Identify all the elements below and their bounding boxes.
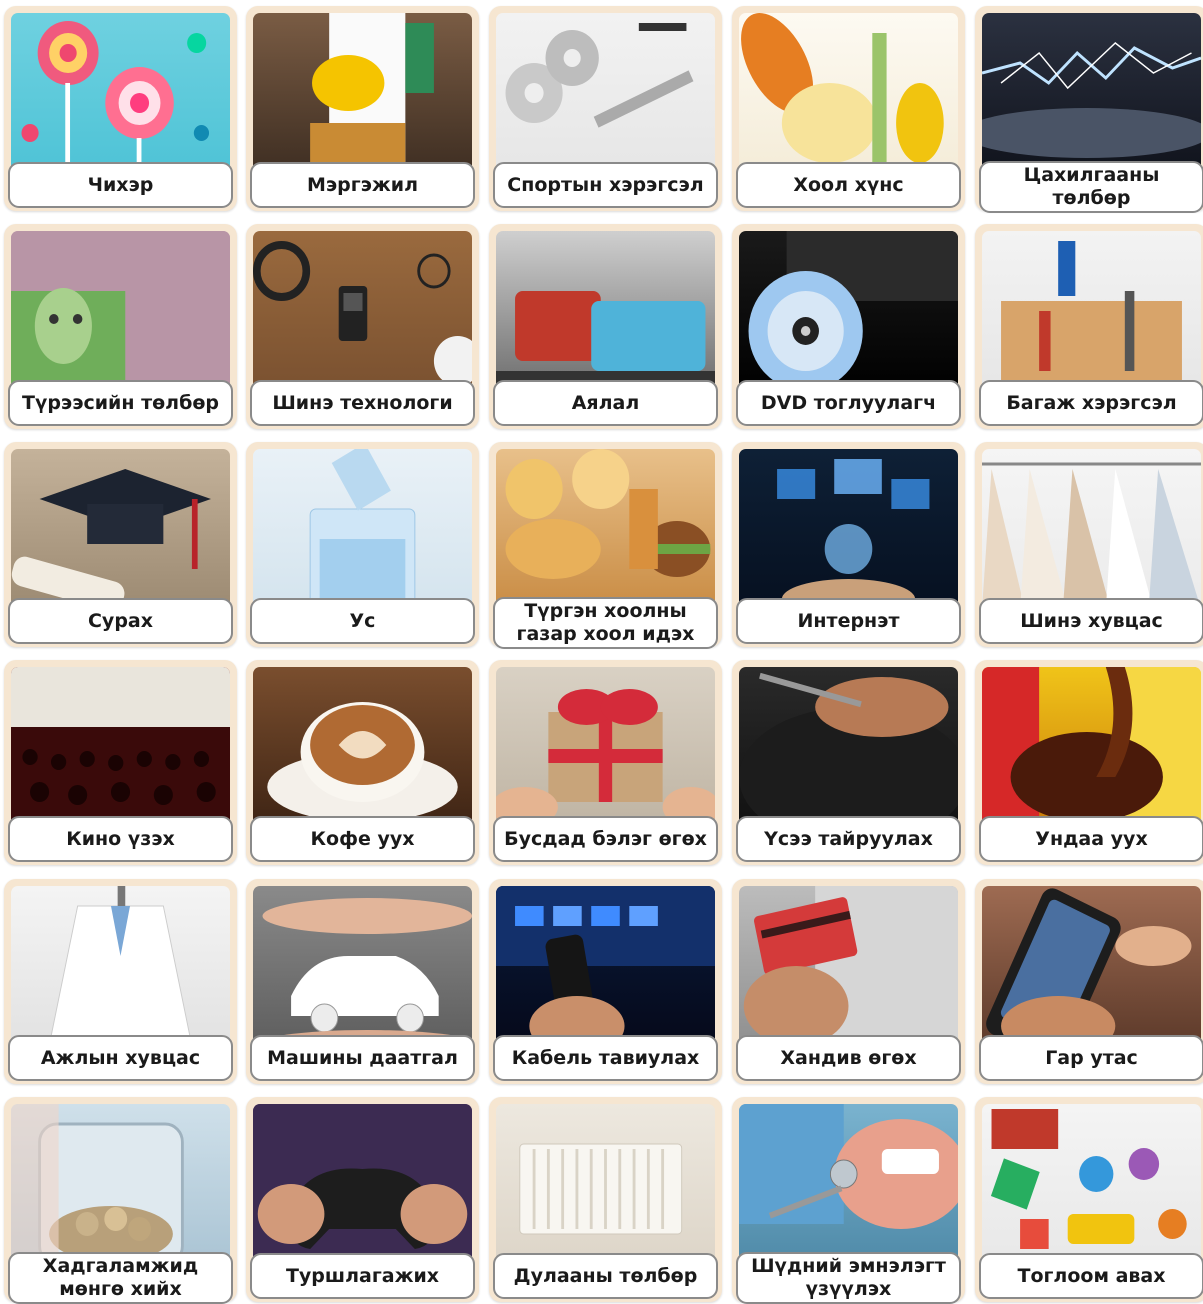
card-label: Хандив өгөх: [736, 1035, 961, 1081]
picture-card[interactable]: Кино үзэх: [4, 660, 237, 865]
dentist-mirror-photo: [739, 1104, 958, 1264]
picture-card[interactable]: Түрээсийн төлбөр: [4, 224, 237, 429]
card-label: Гар утас: [979, 1035, 1203, 1081]
construction-worker-profession-photo: [253, 13, 472, 173]
electric-spark-photo: [982, 13, 1201, 173]
card-label: Интернэт: [736, 598, 961, 644]
picture-card[interactable]: Машины даатгал: [246, 879, 479, 1084]
picture-card[interactable]: Ус: [246, 442, 479, 647]
credit-card-laptop-photo: [739, 886, 958, 1046]
card-label: Хадгаламжид мөнгө хийх: [8, 1252, 233, 1304]
smartphone-hand-photo: [982, 886, 1201, 1046]
game-controller-photo: [253, 1104, 472, 1264]
lollipop-candies-photo: [11, 13, 230, 173]
picture-card[interactable]: Дулааны төлбөр: [489, 1097, 722, 1302]
picture-card[interactable]: Чихэр: [4, 6, 237, 211]
picture-card[interactable]: Хадгаламжид мөнгө хийх: [4, 1097, 237, 1304]
card-label: Багаж хэрэгсэл: [979, 380, 1203, 426]
card-label: Хоол хүнс: [736, 162, 961, 208]
picture-card[interactable]: Хоол хүнс: [732, 6, 965, 211]
picture-card[interactable]: Тоглоом авах: [975, 1097, 1203, 1302]
card-label: Шинэ хувцас: [979, 598, 1203, 644]
suitcases-luggage-photo: [496, 231, 715, 391]
card-label: Шинэ технологи: [250, 380, 475, 426]
card-label: Машины даатгал: [250, 1035, 475, 1081]
picture-card[interactable]: Интернэт: [732, 442, 965, 647]
picture-card[interactable]: Түргэн хоолны газар хоол идэх: [489, 442, 722, 649]
card-label: Ундаа уух: [979, 816, 1203, 862]
picture-card[interactable]: Шинэ технологи: [246, 224, 479, 429]
picture-card[interactable]: Ажлын хувцас: [4, 879, 237, 1084]
clothes-rack-photo: [982, 449, 1201, 609]
picture-card[interactable]: Туршлагажих: [246, 1097, 479, 1302]
card-label: Мэргэжил: [250, 162, 475, 208]
card-label: Үсээ тайруулах: [736, 816, 961, 862]
dvd-player-disc-photo: [739, 231, 958, 391]
card-label: Спортын хэрэгсэл: [493, 162, 718, 208]
picture-card[interactable]: Спортын хэрэгсэл: [489, 6, 722, 211]
card-label: Кофе уух: [250, 816, 475, 862]
fast-food-photo: [496, 449, 715, 609]
card-label: Тоглоом авах: [979, 1253, 1203, 1299]
picture-card[interactable]: Мэргэжил: [246, 6, 479, 211]
picture-card[interactable]: Үсээ тайруулах: [732, 660, 965, 865]
white-lab-coat-photo: [11, 886, 230, 1046]
vegetables-photo: [739, 13, 958, 173]
picture-card[interactable]: Бусдад бэлэг өгөх: [489, 660, 722, 865]
car-insurance-hands-photo: [253, 886, 472, 1046]
cinema-audience-photo: [11, 667, 230, 827]
picture-card[interactable]: Аялал: [489, 224, 722, 429]
headphones-music-player-photo: [253, 231, 472, 391]
water-glass-pour-photo: [253, 449, 472, 609]
card-label: Түрээсийн төлбөр: [8, 380, 233, 426]
picture-card[interactable]: DVD тоглуулагч: [732, 224, 965, 429]
card-label: Цахилгааны төлбөр: [979, 161, 1203, 213]
coin-jar-savings-photo: [11, 1104, 230, 1264]
card-label: Аялал: [493, 380, 718, 426]
picture-card[interactable]: Шүдний эмнэлэгт үзүүлэх: [732, 1097, 965, 1304]
picture-card[interactable]: Багаж хэрэгсэл: [975, 224, 1203, 429]
card-label: Туршлагажих: [250, 1253, 475, 1299]
haircut-photo: [739, 667, 958, 827]
picture-card[interactable]: Хандив өгөх: [732, 879, 965, 1084]
internet-hand-icons-photo: [739, 449, 958, 609]
card-label: DVD тоглуулагч: [736, 380, 961, 426]
card-label: Чихэр: [8, 162, 233, 208]
soda-pouring-photo: [982, 667, 1201, 827]
picture-card[interactable]: Шинэ хувцас: [975, 442, 1203, 647]
tv-remote-photo: [496, 886, 715, 1046]
card-label: Кино үзэх: [8, 816, 233, 862]
picture-card-grid: Чихэр Мэргэжил Спортын хэрэгсэл Хоол хүн…: [0, 0, 1203, 1304]
card-label: Дулааны төлбөр: [493, 1253, 718, 1299]
picture-card[interactable]: Ундаа уух: [975, 660, 1203, 865]
picture-card[interactable]: Сурах: [4, 442, 237, 647]
graduation-cap-photo: [11, 449, 230, 609]
gift-box-ribbon-photo: [496, 667, 715, 827]
card-label: Бусдад бэлэг өгөх: [493, 816, 718, 862]
picture-card[interactable]: Кофе уух: [246, 660, 479, 865]
card-label: Сурах: [8, 598, 233, 644]
dumbbell-weights-photo: [496, 13, 715, 173]
card-label: Кабель тавиулах: [493, 1035, 718, 1081]
card-label: Ажлын хувцас: [8, 1035, 233, 1081]
radiator-heater-photo: [496, 1104, 715, 1264]
picture-card[interactable]: Гар утас: [975, 879, 1203, 1084]
toolbox-tools-photo: [982, 231, 1201, 391]
picture-card[interactable]: Цахилгааны төлбөр: [975, 6, 1203, 213]
tugrik-banknote-photo: [11, 231, 230, 391]
card-label: Шүдний эмнэлэгт үзүүлэх: [736, 1252, 961, 1304]
latte-art-coffee-photo: [253, 667, 472, 827]
card-label: Ус: [250, 598, 475, 644]
picture-card[interactable]: Кабель тавиулах: [489, 879, 722, 1084]
fidget-toys-photo: [982, 1104, 1201, 1264]
card-label: Түргэн хоолны газар хоол идэх: [493, 597, 718, 649]
